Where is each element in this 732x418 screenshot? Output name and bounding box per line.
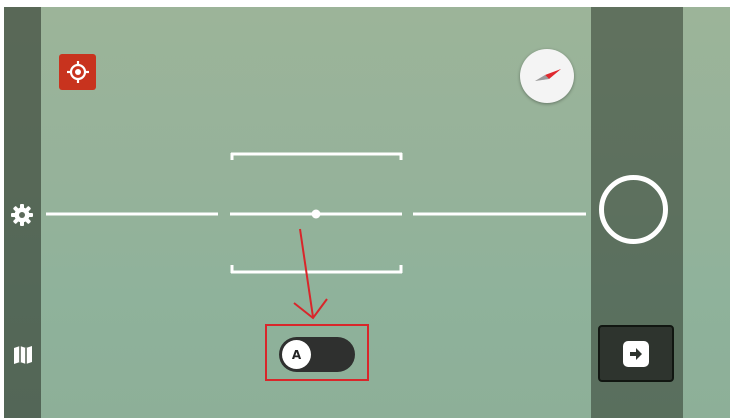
- toggle-knob-label: A: [282, 340, 311, 369]
- camera-viewfinder: A: [4, 7, 730, 418]
- auto-mode-toggle[interactable]: A: [279, 337, 355, 372]
